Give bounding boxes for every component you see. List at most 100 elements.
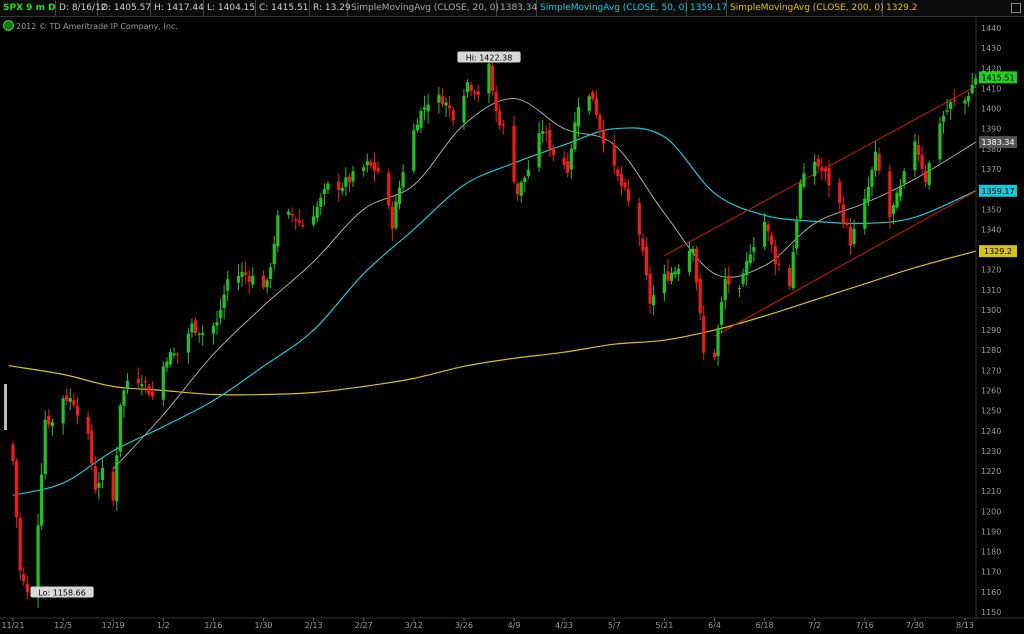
ameritrade-logo-icon (3, 20, 14, 31)
candle-body (974, 78, 978, 85)
candle-body (920, 154, 924, 169)
candle-body (791, 252, 795, 289)
candle-body (616, 169, 620, 176)
symbol: SPX (3, 3, 24, 13)
price-tick-label: 1190 (981, 527, 1001, 536)
price-tick-label: 1370 (981, 165, 1001, 174)
left-scroll-handle[interactable] (4, 384, 7, 430)
candle-body (401, 172, 405, 188)
candle-body (161, 366, 165, 400)
candle-body (723, 278, 727, 300)
candle-body (548, 129, 552, 149)
candle-body (737, 288, 742, 290)
candle-body (451, 110, 455, 121)
candle-body (551, 147, 556, 155)
candle-body (476, 91, 480, 95)
price-tick-label: 1270 (981, 366, 1001, 375)
candle-body (469, 84, 473, 91)
price-tick-label: 1240 (981, 427, 1001, 436)
candle-body (18, 517, 22, 571)
candle-body (426, 104, 430, 112)
candle-body (337, 181, 341, 191)
candle-body (462, 95, 466, 123)
candle-body (970, 84, 974, 93)
candle-body (340, 187, 344, 192)
open-readout: O: 1405.57 (98, 0, 151, 16)
time-tick-label: 4/23 (555, 621, 573, 630)
candle-body (848, 226, 853, 246)
candle-body (816, 158, 820, 167)
candle-body (644, 246, 649, 276)
price-tick-label: 1290 (981, 326, 1001, 335)
candle-body (43, 419, 47, 475)
candle-body (412, 130, 416, 171)
time-tick-label: 12/5 (54, 621, 72, 630)
candle-body (236, 275, 241, 283)
price-tick-label: 1260 (981, 386, 1001, 395)
candle-body (419, 111, 423, 128)
candle-body (798, 183, 802, 219)
candle-body (866, 186, 870, 202)
candle-body (863, 198, 867, 229)
candle-body (891, 205, 896, 214)
sma50-label[interactable]: SimpleMovingAvg (CLOSE, 50, 0) (537, 0, 688, 16)
candle-body (541, 131, 545, 135)
candle-body (741, 273, 745, 285)
time-tick-label: 7/2 (808, 621, 821, 630)
candle-body (140, 384, 144, 387)
symbol-aggregation[interactable]: SPX 9 m D (0, 0, 56, 16)
candle-body (720, 302, 724, 325)
candle-body (745, 260, 749, 276)
candle-body (47, 415, 51, 425)
candle-body (372, 162, 377, 171)
price-tick-label: 1210 (981, 487, 1001, 496)
candle-body (963, 100, 967, 104)
time-tick-label: 5/21 (655, 621, 673, 630)
candle-body (752, 247, 756, 252)
candle-body (211, 325, 216, 334)
candle-body (652, 295, 656, 306)
time-tick-label: 3/26 (455, 621, 473, 630)
candle-body (369, 161, 373, 166)
candle-body (351, 171, 355, 182)
candle-body (873, 151, 878, 171)
candle-body (490, 65, 495, 91)
sma20-label[interactable]: SimpleMovingAvg (CLOSE, 20, 0) (348, 0, 499, 16)
candle-body (566, 161, 570, 173)
sma200-label[interactable]: SimpleMovingAvg (CLOSE, 200, 0) (727, 0, 884, 16)
price-badge-label: 1329.2 (984, 247, 1012, 256)
candle-body (100, 467, 105, 480)
candle-body (662, 273, 666, 294)
candle-body (365, 161, 369, 166)
time-tick-label: 1/30 (255, 621, 273, 630)
low-readout: L: 1404.15 (204, 0, 256, 16)
candle-body (949, 102, 953, 109)
price-tick-label: 1300 (981, 306, 1001, 315)
candle-body (569, 148, 573, 170)
candle-body (165, 361, 169, 368)
candle-body (795, 221, 799, 249)
price-tick-label: 1320 (981, 266, 1001, 275)
candle-body (93, 465, 97, 490)
maximize-icon[interactable] (1011, 3, 1021, 13)
candle-body (895, 192, 899, 208)
candle-body (702, 316, 706, 353)
price-tick-label: 1170 (981, 568, 1001, 577)
price-badge-label: 1383.34 (981, 138, 1014, 147)
candle-body (494, 91, 498, 112)
candle-body (820, 167, 824, 171)
candle-body (319, 197, 323, 207)
time-tick-label: 11/21 (1, 621, 24, 630)
candle-body (870, 169, 874, 187)
candle-body (437, 94, 441, 103)
price-chart[interactable]: 1150 1160 1170 1180 1190 1200 1210 1220 1230 1240… (0, 0, 1024, 634)
price-tick-label: 1390 (981, 125, 1001, 134)
candle-body (827, 168, 831, 186)
price-tick-label: 1160 (981, 588, 1001, 597)
candle-body (916, 144, 921, 155)
price-tick-label: 1280 (981, 346, 1001, 355)
candle-body (22, 574, 26, 582)
candle-body (394, 201, 398, 228)
candle-body (294, 219, 298, 221)
candle-body (265, 280, 269, 288)
